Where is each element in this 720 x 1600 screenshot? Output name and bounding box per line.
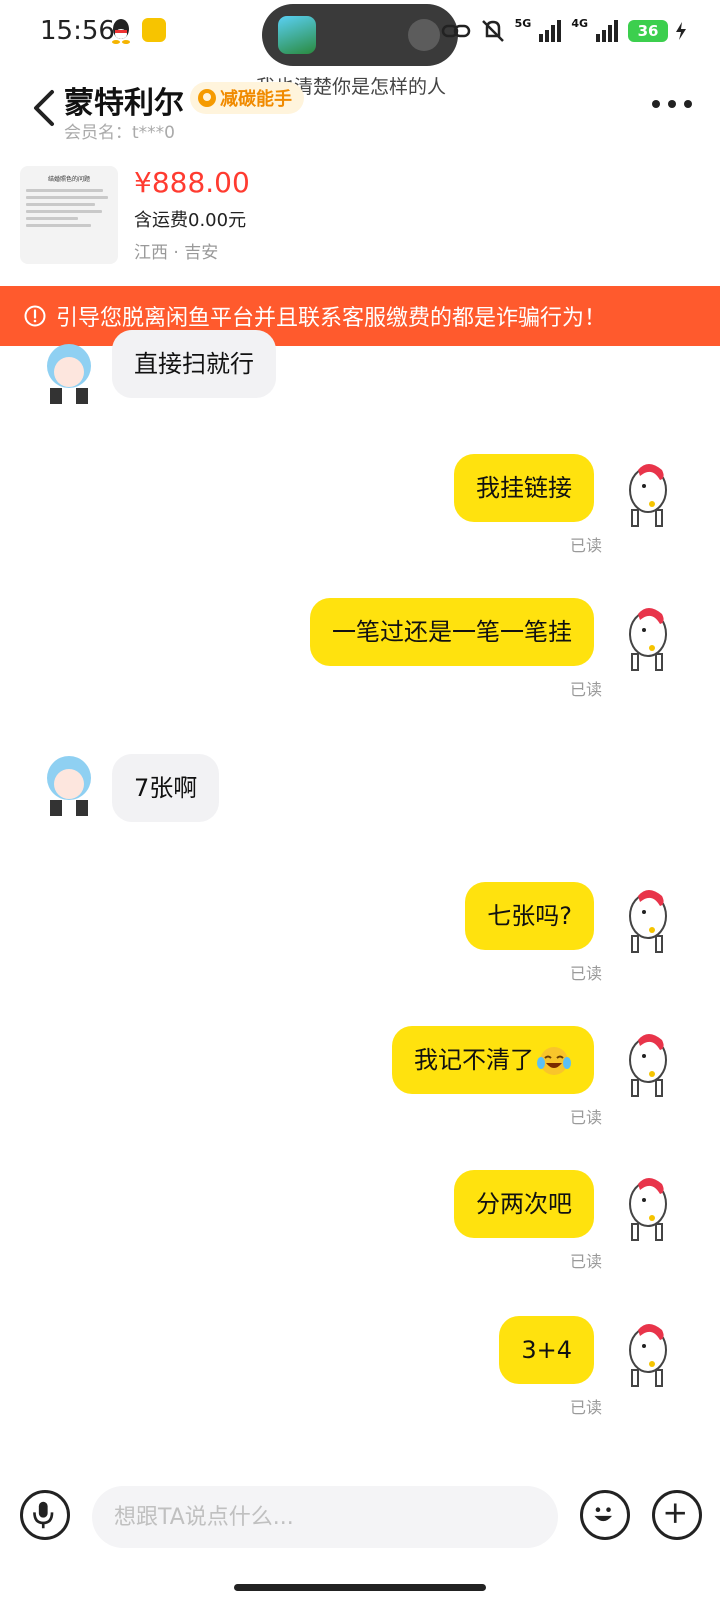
- product-thumbnail[interactable]: 结婚照色的问题: [20, 166, 118, 264]
- avatar-self[interactable]: [622, 1320, 674, 1390]
- avatar-contact[interactable]: [40, 340, 98, 404]
- message-bubble-outgoing[interactable]: 我记不清了: [392, 1026, 594, 1094]
- product-card[interactable]: 结婚照色的问题 ¥888.00 含运费0.00元 江西 · 吉安: [20, 166, 700, 266]
- message-text: 我记不清了: [414, 1046, 534, 1074]
- home-indicator[interactable]: [234, 1584, 486, 1591]
- read-status: 已读: [570, 680, 603, 699]
- message-bubble-incoming[interactable]: 直接扫就行: [112, 330, 276, 398]
- network-4g-label: 4G: [571, 16, 588, 30]
- read-status: 已读: [570, 536, 603, 555]
- read-status: 已读: [570, 964, 603, 983]
- signal-icon: [539, 20, 562, 42]
- avatar-self[interactable]: [622, 460, 674, 530]
- status-bar: 15:56 我也清楚你是怎样的人 5G 4G 36: [0, 0, 720, 98]
- shipping-fee: 含运费0.00元: [134, 210, 247, 231]
- status-time: 15:56: [40, 16, 115, 46]
- avatar-self[interactable]: [622, 886, 674, 956]
- carbon-badge[interactable]: 减碳能手: [190, 82, 304, 114]
- leaf-icon: [198, 89, 216, 107]
- qq-icon: [112, 19, 130, 44]
- fraud-warning-banner: 引导您脱离闲鱼平台并且联系客服缴费的都是诈骗行为！: [0, 286, 720, 346]
- message-bubble-outgoing[interactable]: 一笔过还是一笔一笔挂: [310, 598, 594, 666]
- carbon-badge-label: 减碳能手: [220, 89, 292, 110]
- charging-icon: [676, 22, 686, 40]
- avatar-contact[interactable]: [40, 752, 98, 816]
- warning-text: 引导您脱离闲鱼平台并且联系客服缴费的都是诈骗行为！: [56, 306, 607, 331]
- mute-icon: [481, 20, 504, 42]
- battery-indicator: 36: [628, 20, 668, 42]
- product-location: 江西 · 吉安: [134, 243, 219, 263]
- plus-icon[interactable]: [652, 1490, 702, 1540]
- app-notification-icon: [142, 18, 166, 42]
- message-bubble-incoming[interactable]: 7张啊: [112, 754, 220, 822]
- message-input[interactable]: [92, 1486, 558, 1548]
- product-price: ¥888.00: [134, 166, 250, 199]
- microphone-icon[interactable]: [20, 1490, 70, 1540]
- read-status: 已读: [570, 1398, 603, 1417]
- avatar-self[interactable]: [622, 1174, 674, 1244]
- message-bubble-outgoing[interactable]: 我挂链接: [454, 454, 594, 522]
- chat-header: 蒙特利尔 减碳能手 会员名：t***0: [0, 64, 720, 164]
- signal-icon-2: [596, 20, 618, 42]
- crying-laughing-emoji-icon: [537, 1047, 571, 1075]
- chevron-left-icon[interactable]: [28, 86, 60, 130]
- status-indicators: 5G 4G 36: [441, 16, 686, 46]
- avatar-self[interactable]: [622, 1030, 674, 1100]
- dynamic-island[interactable]: [262, 4, 458, 66]
- thumbnail-title: 结婚照色的问题: [47, 176, 90, 183]
- link-icon: [441, 24, 470, 38]
- alert-circle-icon: [24, 305, 46, 327]
- read-status: 已读: [570, 1252, 603, 1271]
- message-bubble-outgoing[interactable]: 分两次吧: [454, 1170, 594, 1238]
- calculator-icon: [408, 19, 440, 51]
- avatar-self[interactable]: [622, 604, 674, 674]
- message-bubble-outgoing[interactable]: 3+4: [499, 1316, 594, 1384]
- game-app-icon: [278, 16, 316, 54]
- message-bubble-outgoing[interactable]: 七张吗?: [465, 882, 594, 950]
- input-bar: [0, 1486, 720, 1552]
- seller-name[interactable]: 蒙特利尔: [64, 78, 184, 122]
- member-name: 会员名：t***0: [64, 123, 175, 143]
- read-status: 已读: [570, 1108, 603, 1127]
- emoji-icon[interactable]: [580, 1490, 630, 1540]
- more-icon[interactable]: [652, 100, 692, 108]
- network-5g-label: 5G: [514, 16, 532, 30]
